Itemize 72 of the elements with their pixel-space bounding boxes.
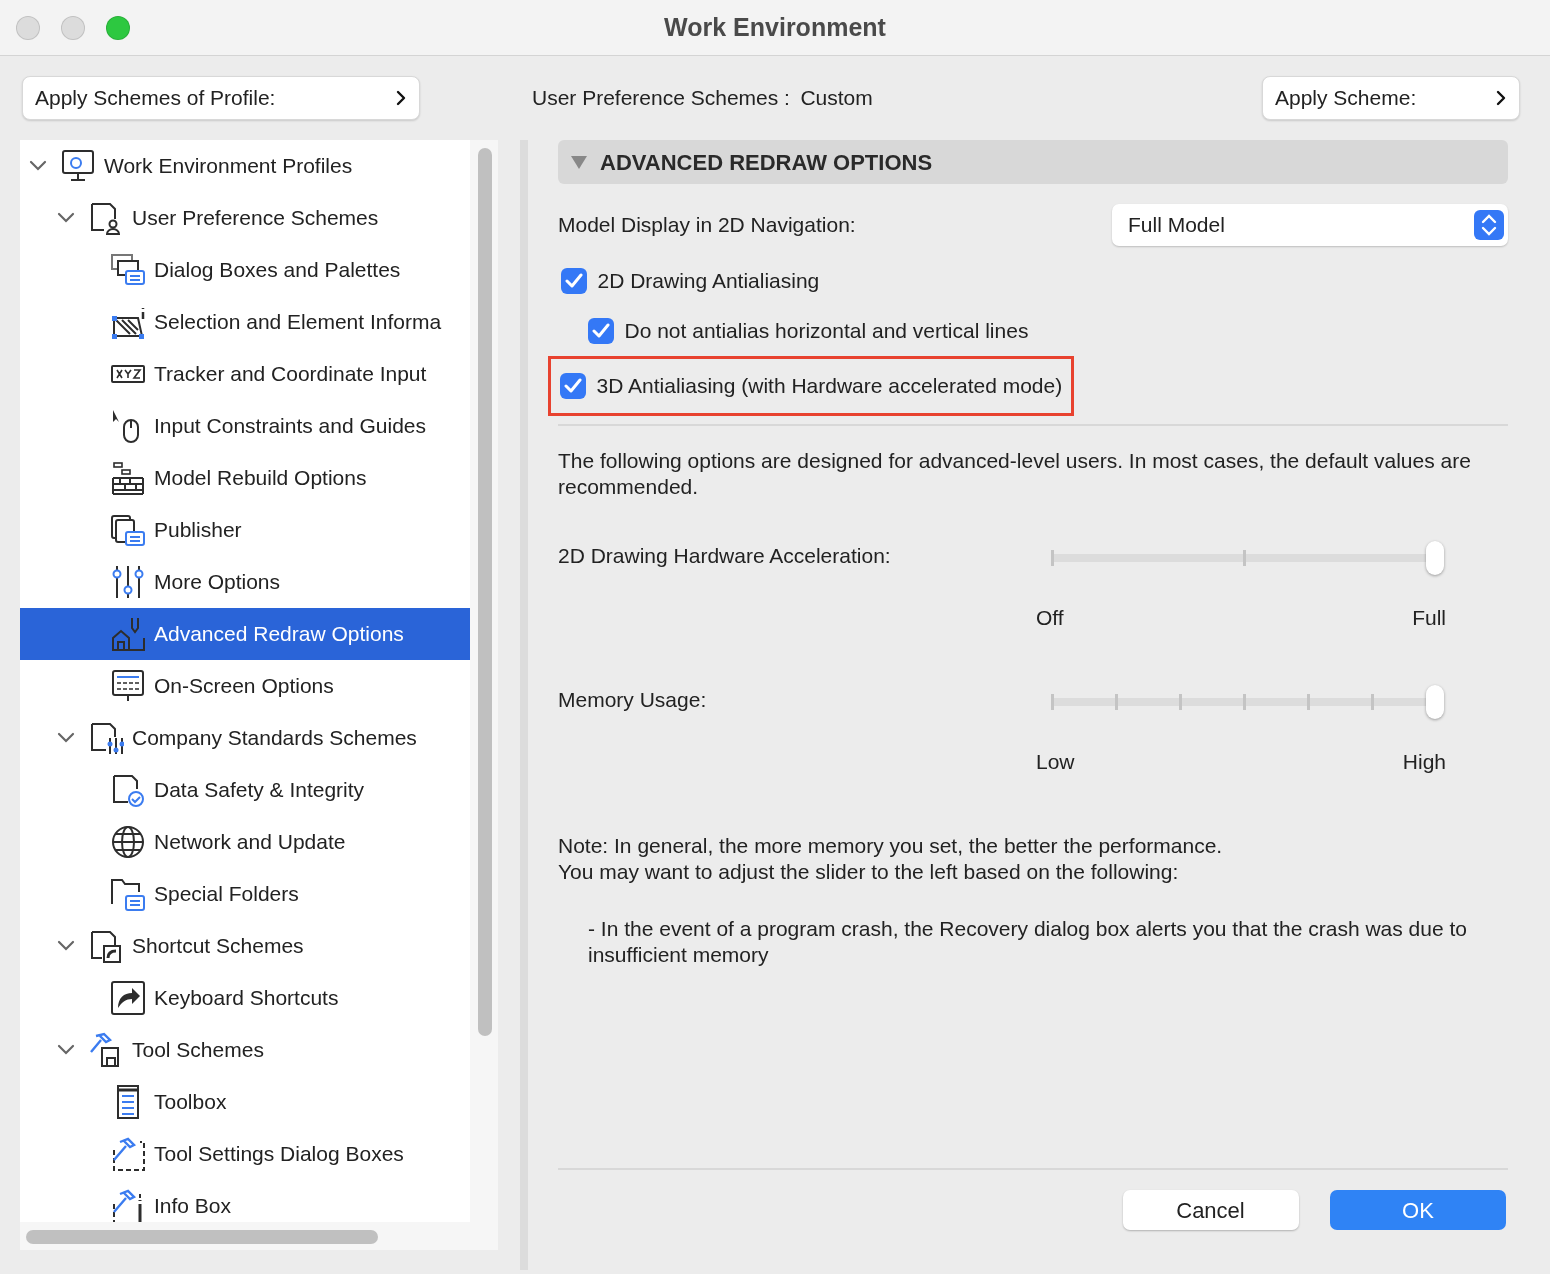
close-button[interactable] (16, 16, 40, 40)
checkmark-icon (565, 273, 583, 289)
tree-item[interactable]: Advanced Redraw Options (20, 608, 470, 660)
floppy-sliders-icon (88, 720, 124, 756)
minimize-button[interactable] (61, 16, 85, 40)
tree-item[interactable]: Network and Update (20, 816, 470, 868)
floppy-arrow-icon (88, 928, 124, 964)
slider-max-label: High (1402, 748, 1446, 775)
bullet-text: - In the event of a program crash, the Recovery dialog box alerts you that the crash was due to insufficient memory (588, 916, 1468, 968)
checkbox[interactable] (561, 268, 587, 294)
slider-thumb[interactable] (1426, 541, 1444, 575)
tree-item[interactable]: Toolbox (20, 1076, 470, 1128)
checkbox-option[interactable]: Do not antialias horizontal and vertical lines (624, 315, 1029, 347)
bricks-icon (110, 460, 146, 496)
checkbox[interactable] (560, 373, 586, 399)
tree-item[interactable]: Info Box (20, 1180, 470, 1222)
vertical-scrollbar[interactable] (478, 148, 492, 1036)
screen-icon (110, 668, 146, 704)
hammer-frame-icon (110, 1136, 146, 1172)
tree-item[interactable]: Input Constraints and Guides (20, 400, 470, 452)
sliders-icon (110, 564, 146, 600)
tree-item[interactable]: Selection and Element Informa (20, 296, 470, 348)
monitor-gear-icon (60, 148, 96, 184)
house-pen-icon (110, 616, 146, 652)
checkbox[interactable] (588, 318, 614, 344)
tree-item[interactable]: Work Environment Profiles (20, 140, 470, 192)
tree-item[interactable]: On-Screen Options (20, 660, 470, 712)
slider-label: Memory Usage: (558, 686, 708, 713)
slider-min-label: Low (1036, 748, 1075, 775)
apply-scheme-button[interactable]: Apply Scheme: (1262, 76, 1520, 120)
tree-item[interactable]: Keyboard Shortcuts (20, 972, 470, 1024)
tree-item[interactable]: Company Standards Schemes (20, 712, 470, 764)
cancel-button[interactable]: Cancel (1122, 1190, 1299, 1230)
horizontal-scrollbar[interactable] (26, 1230, 378, 1244)
checkbox-option[interactable]: 2D Drawing Antialiasing (597, 265, 820, 297)
tree-item[interactable]: Shortcut Schemes (20, 920, 470, 972)
apply-profile-button[interactable]: Apply Schemes of Profile: (22, 76, 420, 120)
windows-icon (110, 252, 146, 288)
ok-button[interactable]: OK (1330, 1190, 1506, 1230)
field-label: Model Display in 2D Navigation: (558, 212, 856, 239)
model-display-dropdown[interactable]: Full Model (1112, 204, 1508, 246)
section-header[interactable]: ADVANCED REDRAW OPTIONS (558, 140, 1508, 184)
documents-icon (110, 512, 146, 548)
window-title: Work Environment (664, 11, 886, 43)
note-text: Note: In general, the more memory you set, the better the performance. (558, 833, 1224, 859)
tree-item[interactable]: Special Folders (20, 868, 470, 920)
tree-item[interactable]: Tool Schemes (20, 1024, 470, 1076)
tree-item[interactable]: Data Safety & Integrity (20, 764, 470, 816)
intro-text: The following options are designed for advanced-level users. In most cases, the default values are recommended. (558, 448, 1472, 500)
tree-item[interactable]: Dialog Boxes and Palettes (20, 244, 470, 296)
triangle-down-icon (570, 154, 588, 170)
checkbox-option[interactable]: 3D Antialiasing (with Hardware accelerated mode) (596, 370, 1063, 402)
floppy-check-icon (110, 772, 146, 808)
slider-label: 2D Drawing Hardware Acceleration: (558, 543, 892, 569)
slider-thumb[interactable] (1426, 684, 1444, 719)
checkmark-icon (592, 323, 610, 339)
zoom-button[interactable] (106, 16, 130, 40)
tree-item[interactable]: User Preference Schemes (20, 192, 470, 244)
slider-min-label: Off (1036, 605, 1064, 631)
note-text: You may want to adjust the slider to the left based on the following: (558, 859, 1180, 885)
tree-item[interactable]: Publisher (20, 504, 470, 556)
tree-item[interactable]: Tool Settings Dialog Boxes (20, 1128, 470, 1180)
tree-item[interactable]: Model Rebuild Options (20, 452, 470, 504)
scheme-value: Custom (800, 85, 873, 112)
folder-list-icon (110, 876, 146, 912)
scheme-label: User Preference Schemes : (532, 85, 790, 112)
stepper-icon (1474, 210, 1504, 240)
slider-max-label: Full (1412, 605, 1446, 631)
checkmark-icon (564, 378, 582, 394)
globe-icon (110, 824, 146, 860)
tree-item[interactable]: Tracker and Coordinate Input (20, 348, 470, 400)
tree-item[interactable]: More Options (20, 556, 470, 608)
